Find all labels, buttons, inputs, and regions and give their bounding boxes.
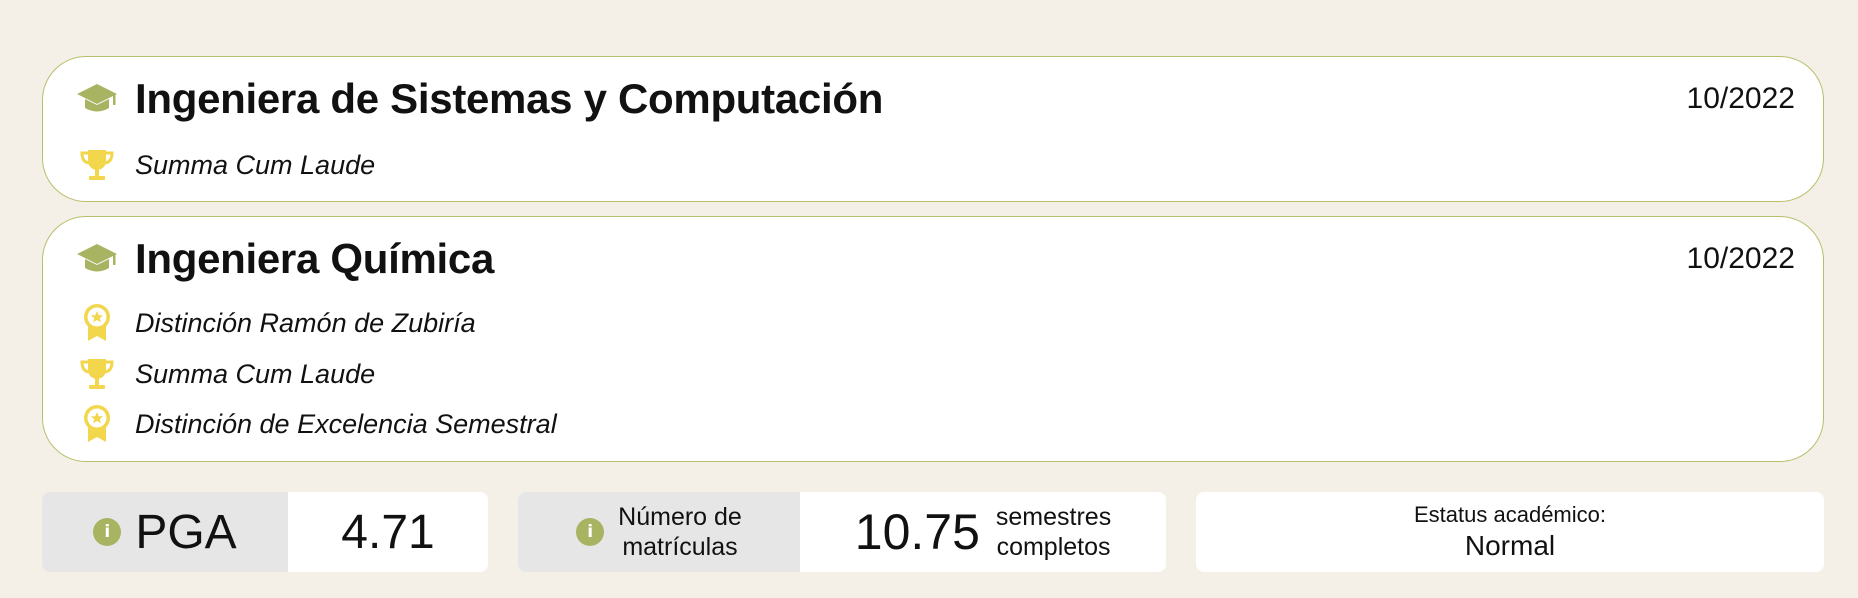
degree-title: Ingeniera Química: [135, 235, 495, 282]
honor-item: Summa Cum Laude: [75, 145, 375, 185]
degree-header: Ingeniera Química 10/2022: [75, 235, 1795, 283]
honor-label: Summa Cum Laude: [135, 149, 376, 180]
trophy-icon: [75, 145, 119, 185]
pga-label: PGA: [135, 505, 237, 559]
status-value: Normal: [1464, 530, 1556, 561]
pga-stat: i PGA 4.71: [42, 492, 488, 572]
matriculas-stat: i Número de matrículas 10.75 semestres c…: [518, 492, 1166, 572]
matriculas-label-line2: matrículas: [622, 533, 738, 561]
honor-item: Summa Cum Laude: [75, 354, 375, 394]
matriculas-value-cell: 10.75 semestres completos: [800, 492, 1166, 572]
info-icon[interactable]: i: [576, 518, 605, 546]
trophy-icon: [75, 354, 119, 394]
honor-label: Distinción de Excelencia Semestral: [135, 408, 557, 439]
degree-header: Ingeniera de Sistemas y Computación 10/2…: [75, 75, 1795, 123]
pga-value-cell: 4.71: [288, 492, 488, 572]
medal-icon: [75, 303, 119, 343]
honor-item: Distinción de Excelencia Semestral: [75, 404, 557, 444]
honor-label: Summa Cum Laude: [135, 358, 376, 389]
matriculas-label: Número de matrículas: [618, 502, 742, 562]
degree-date: 10/2022: [1686, 82, 1795, 115]
matriculas-unit: semestres completos: [996, 502, 1111, 562]
info-icon[interactable]: i: [93, 518, 122, 546]
matriculas-label-cell: i Número de matrículas: [518, 492, 800, 572]
degree-date: 10/2022: [1686, 242, 1795, 275]
matriculas-value: 10.75: [854, 504, 980, 560]
degree-title: Ingeniera de Sistemas y Computación: [135, 75, 884, 122]
pga-value: 4.71: [341, 505, 435, 559]
pga-label-cell: i PGA: [42, 492, 288, 572]
matriculas-label-line1: Número de: [618, 503, 742, 531]
status-stat: Estatus académico: Normal: [1196, 492, 1824, 572]
degree-card: Ingeniera Química 10/2022 Distinción Ram…: [42, 216, 1824, 462]
degree-card: Ingeniera de Sistemas y Computación 10/2…: [42, 56, 1824, 202]
matriculas-unit-line1: semestres: [995, 503, 1112, 531]
honor-item: Distinción Ramón de Zubiría: [75, 303, 476, 343]
medal-icon: [75, 404, 119, 444]
graduation-cap-icon: [75, 237, 119, 281]
status-label: Estatus académico:: [1414, 502, 1606, 527]
honor-label: Distinción Ramón de Zubiría: [135, 307, 476, 338]
matriculas-unit-line2: completos: [996, 533, 1111, 561]
graduation-cap-icon: [75, 77, 119, 121]
